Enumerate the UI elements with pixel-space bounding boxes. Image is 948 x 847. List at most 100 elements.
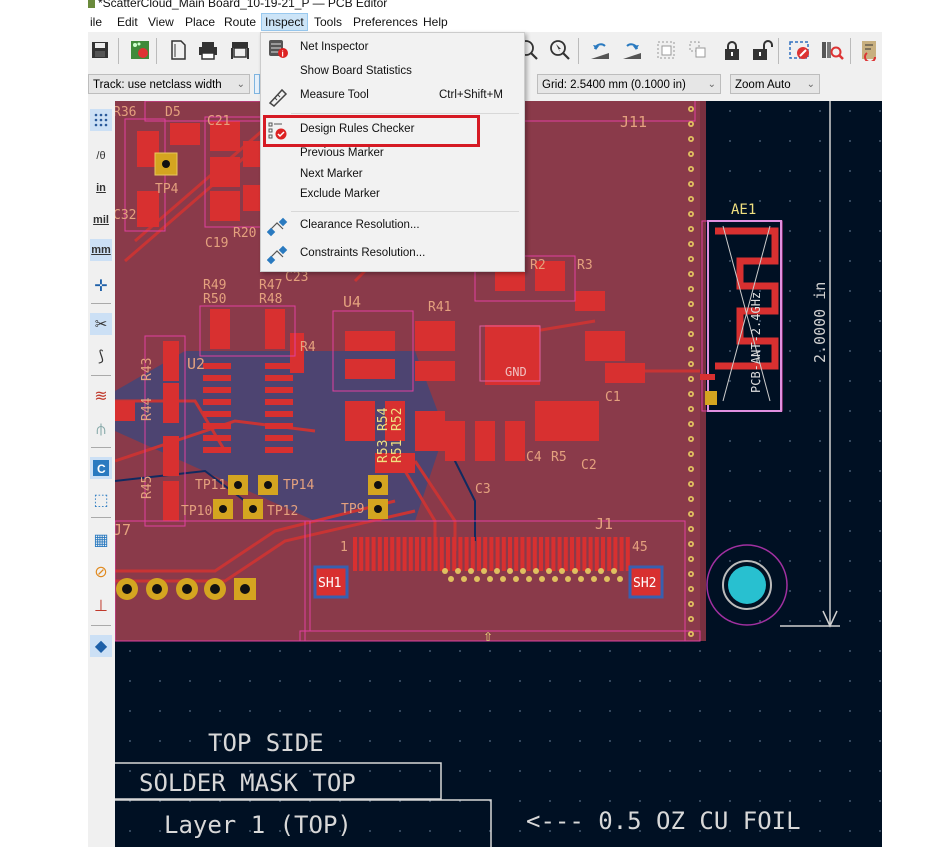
grid-dot [729,770,731,772]
toolbar-separator [778,38,779,64]
menu-file[interactable]: ile [90,15,102,29]
rotate-ccw-icon[interactable] [588,38,612,62]
grid-dot [789,350,791,352]
grid-dot [879,650,881,652]
microwave-icon[interactable]: ⊥ [90,595,112,617]
via-display-icon[interactable]: ⊘ [90,561,112,583]
app-icon [88,0,95,8]
ref-C21: C21 [207,114,230,129]
grid-dot [729,710,731,712]
units-inch-icon[interactable]: in [90,177,112,199]
menu-item-board-statistics[interactable]: Show Board Statistics [261,62,524,82]
grid-dot [159,680,161,682]
units-mil-icon[interactable]: mil [90,209,112,231]
print-icon[interactable] [196,38,220,62]
track-width-select[interactable]: Track: use netclass width ⌄ [88,74,250,94]
grid-dot [609,680,611,682]
grid-dot [789,740,791,742]
fpc-pad [563,537,568,571]
grid-dot [729,800,731,802]
via-hole [689,287,693,291]
fpc-pad [545,537,550,571]
footprint-browser-icon[interactable] [820,38,844,62]
ratsnest-icon[interactable]: ✂ [90,313,112,335]
ic-pad [265,423,293,429]
grid-dot [519,710,521,712]
menu-edit[interactable]: Edit [117,15,138,29]
grid-dot [429,830,431,832]
layers-manager-icon[interactable]: ◆ [90,635,112,657]
grid-dot [489,740,491,742]
fpc-pad [402,537,407,571]
note-solder-mask: SOLDER MASK TOP [139,769,356,797]
via-hole [689,542,693,546]
grid-dot [879,230,881,232]
via-hole [689,617,693,621]
pad-display-icon[interactable]: ▦ [90,529,112,551]
unlock-icon[interactable] [750,38,774,62]
via [617,576,623,582]
ic-pad [203,399,231,405]
via [539,576,545,582]
rotate-cw-icon[interactable] [620,38,644,62]
zone-outline-icon[interactable]: ⬚ [90,489,112,511]
menu-inspect[interactable]: Inspect [261,13,308,31]
track-outline-icon[interactable]: ⫛ [90,419,112,441]
ic-pad [203,447,231,453]
cursor-style-icon[interactable]: ✛ [90,275,112,297]
menu-preferences[interactable]: Preferences [353,15,418,29]
menu-view[interactable]: View [148,15,174,29]
menu-route[interactable]: Route [224,15,256,29]
zoom-selection-icon[interactable] [548,38,572,62]
grid-dot [759,620,761,622]
menu-item-constraints-resolution[interactable]: Constraints Resolution... [261,244,524,265]
footprint-editor-icon[interactable] [788,38,812,62]
svg-text:i: i [282,50,284,59]
grid-dot [759,440,761,442]
toolbar-separator [850,38,851,64]
grid-dot [339,680,341,682]
menu-place[interactable]: Place [185,15,215,29]
ref-J7: J7 [115,521,131,539]
page-settings-icon[interactable] [166,38,190,62]
units-mm-icon[interactable]: mm [90,239,112,261]
grid-dot [249,710,251,712]
menu-item-net-inspector[interactable]: i Net Inspector [261,38,524,59]
grid-dot [819,740,821,742]
grid-dot [819,800,821,802]
save-icon[interactable] [88,38,112,62]
high-contrast-icon[interactable]: ≋ [90,385,112,407]
scripting-icon[interactable] [858,38,882,62]
grid-dot [549,740,551,742]
ref-TP10: TP10 [181,504,212,519]
menu-tools[interactable]: Tools [314,15,342,29]
plot-icon[interactable] [228,38,252,62]
zone-fill-label: C [97,462,106,476]
menu-item-measure-tool[interactable]: Measure Tool Ctrl+Shift+M [261,86,524,107]
menu-item-clearance-resolution[interactable]: Clearance Resolution... [261,216,524,237]
board-setup-icon[interactable] [128,38,152,62]
grid-select[interactable]: Grid: 2.5400 mm (0.1000 in) ⌄ [537,74,721,94]
grid-toggle-icon[interactable] [90,109,112,131]
ref-R51: R51 [390,440,405,463]
grid-dot [519,740,521,742]
grid-dot [729,260,731,262]
menu-help[interactable]: Help [423,15,448,29]
ungroup-icon[interactable] [686,38,710,62]
fpc-pad [439,537,444,571]
via [591,576,597,582]
grid-dot [879,680,881,682]
grid-dot [789,500,791,502]
grid-dot [819,830,821,832]
lock-icon[interactable] [720,38,744,62]
polar-coords-icon[interactable]: /θ [90,145,112,167]
grid-dot [759,290,761,292]
ref-R49: R49 [203,278,226,293]
group-icon[interactable] [654,38,678,62]
curved-ratsnest-icon[interactable]: ⟆ [90,345,112,367]
zoom-select[interactable]: Zoom Auto ⌄ [730,74,820,94]
grid-dot [549,650,551,652]
via [494,568,500,574]
fpc-pad [377,537,382,571]
zone-fill-icon[interactable]: C [90,457,112,479]
